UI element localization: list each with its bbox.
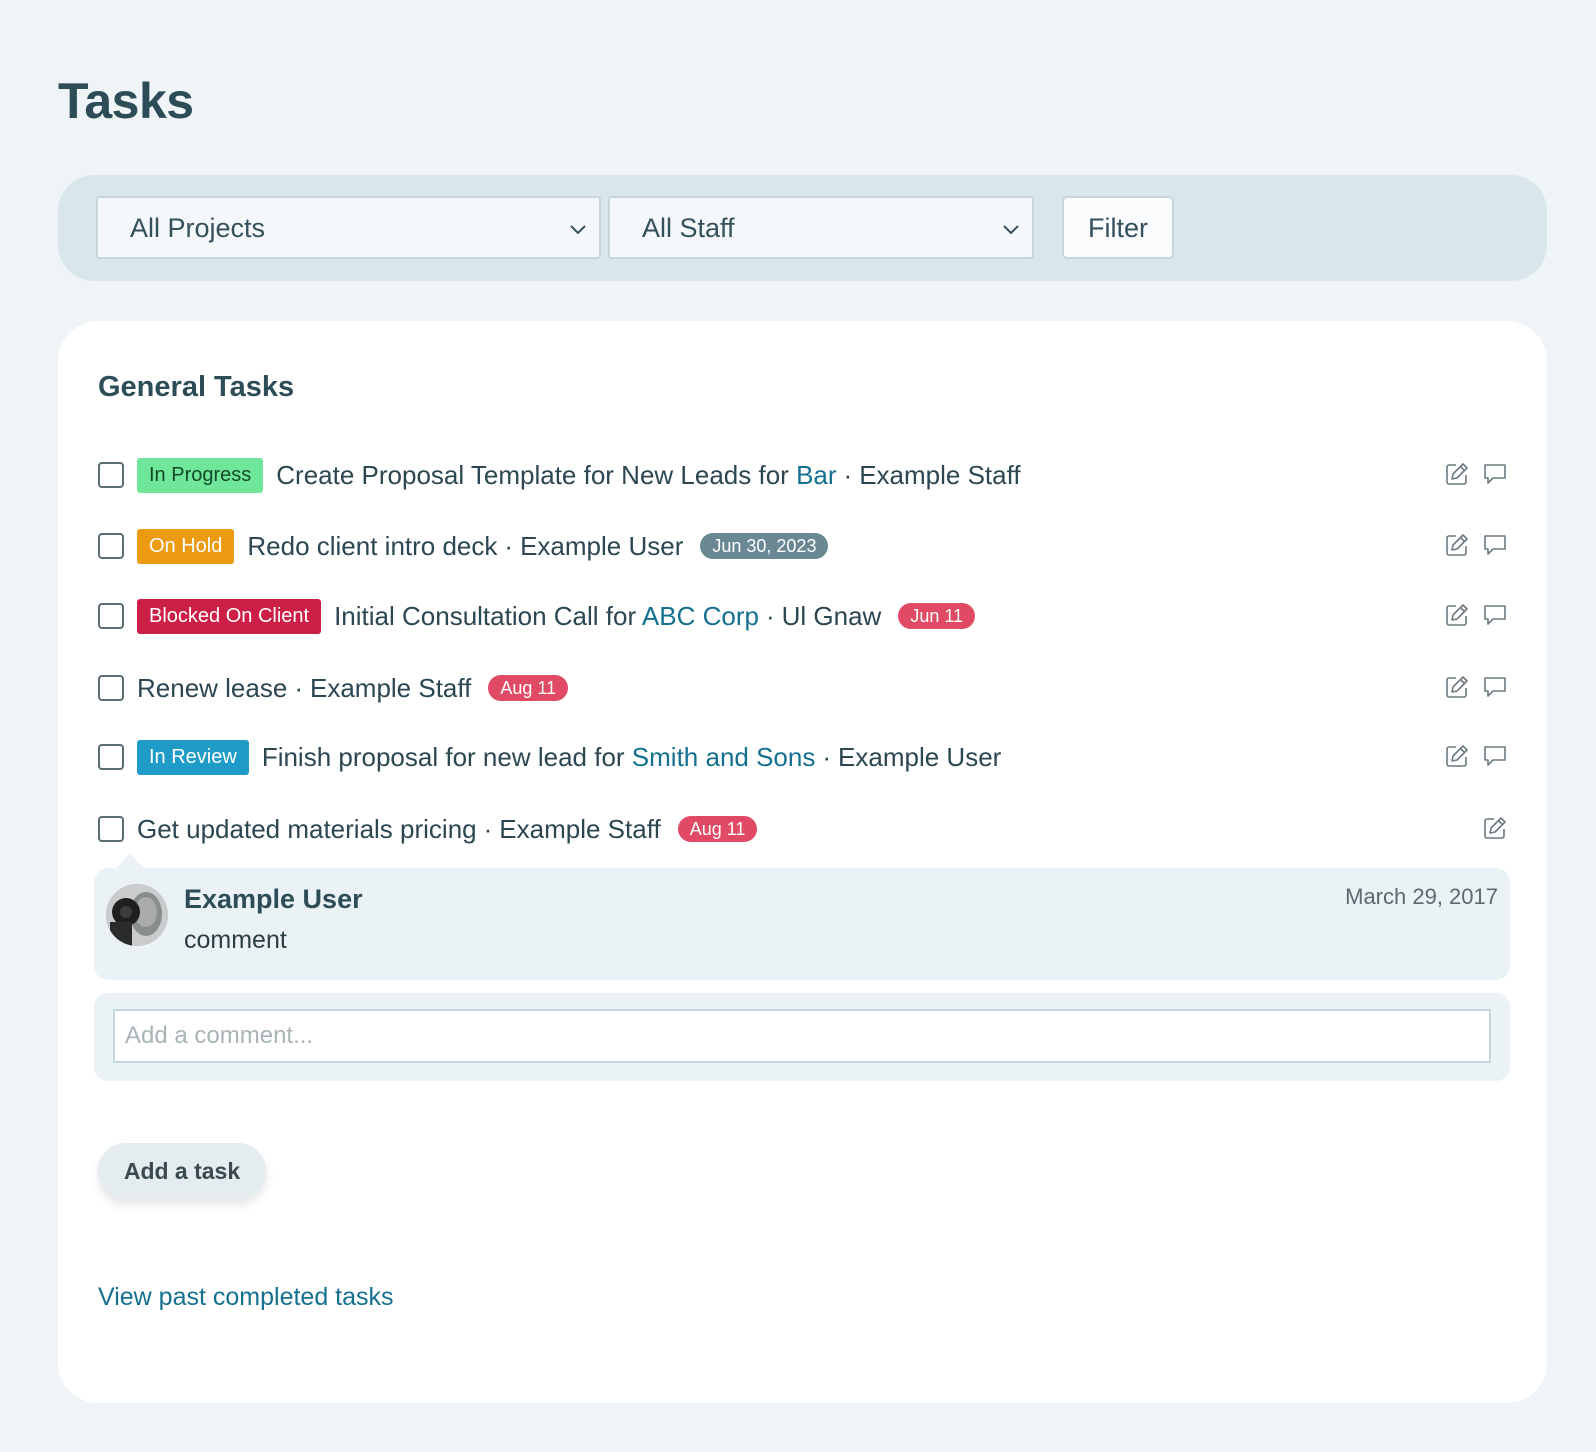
task-assignee: Example Staff [499, 813, 661, 844]
task-title[interactable]: Redo client intro deck · Example User [247, 531, 683, 562]
edit-icon[interactable] [1444, 602, 1470, 628]
chevron-down-icon [1003, 225, 1019, 235]
add-task-button[interactable]: Add a task [98, 1143, 266, 1199]
task-actions [1482, 815, 1508, 841]
separator: · [483, 813, 493, 844]
comment-icon[interactable] [1482, 461, 1508, 487]
tasks-card: General Tasks In Progress Create Proposal… [58, 321, 1547, 1403]
task-checkbox[interactable] [98, 744, 124, 770]
task-row: On Hold Redo client intro deck · Example Us… [98, 526, 1508, 566]
view-past-completed-link[interactable]: View past completed tasks [98, 1283, 394, 1312]
due-date-badge: Jun 30, 2023 [700, 533, 829, 559]
due-date-badge: Jun 11 [898, 603, 976, 629]
task-row: Get updated materials pricing · Example St… [98, 809, 1508, 849]
page-title: Tasks [58, 73, 194, 129]
separator: · [822, 741, 832, 772]
task-actions [1444, 461, 1508, 487]
staff-select-value: All Staff [642, 213, 735, 243]
comment-date: March 29, 2017 [1345, 884, 1498, 909]
task-assignee: Example User [838, 741, 1002, 772]
task-assignee: Ul Gnaw [781, 600, 882, 631]
comment-caret [116, 854, 144, 868]
edit-icon[interactable] [1444, 532, 1470, 558]
separator: · [843, 459, 853, 490]
edit-icon[interactable] [1482, 815, 1508, 841]
task-actions [1444, 602, 1508, 628]
add-comment-box [94, 993, 1510, 1081]
task-title-text: Initial Consultation Call for [334, 600, 637, 631]
filter-bar: All Projects All Staff Filter [58, 175, 1547, 281]
edit-icon[interactable] [1444, 743, 1470, 769]
comment-icon[interactable] [1482, 602, 1508, 628]
comment-icon[interactable] [1482, 532, 1508, 558]
task-title[interactable]: Renew lease · Example Staff [137, 673, 471, 704]
task-checkbox[interactable] [98, 816, 124, 842]
due-date-badge: Aug 11 [677, 816, 758, 842]
task-checkbox[interactable] [98, 533, 124, 559]
task-row: Renew lease · Example Staff Aug 11 [98, 668, 1508, 708]
edit-icon[interactable] [1444, 461, 1470, 487]
project-select-value: All Projects [130, 213, 266, 243]
task-title[interactable]: Finish proposal for new lead for Smith a… [262, 742, 1002, 773]
comment-icon[interactable] [1482, 674, 1508, 700]
comment-body: comment [184, 926, 287, 954]
task-title-text: Finish proposal for new lead for [261, 741, 625, 772]
separator: · [294, 672, 303, 703]
comment-thread: Example User comment March 29, 2017 [94, 854, 1510, 980]
task-actions [1444, 674, 1508, 700]
task-row: Blocked On Client Initial Consultation Ca… [98, 596, 1508, 636]
client-link[interactable]: ABC Corp [642, 601, 759, 631]
client-link[interactable]: Bar [796, 460, 836, 490]
avatar [106, 884, 168, 946]
task-title[interactable]: Create Proposal Template for New Leads f… [276, 460, 1020, 491]
comment-icon[interactable] [1482, 743, 1508, 769]
task-title-text: Create Proposal Template for New Leads f… [276, 459, 789, 490]
task-checkbox[interactable] [98, 675, 124, 701]
task-actions [1444, 743, 1508, 769]
task-checkbox[interactable] [98, 603, 124, 629]
task-assignee: Example Staff [309, 672, 472, 703]
task-assignee: Example User [520, 530, 684, 561]
client-link[interactable]: Smith and Sons [632, 742, 816, 772]
section-title: General Tasks [98, 371, 295, 403]
status-badge: On Hold [137, 528, 235, 564]
comment-input[interactable] [113, 1009, 1491, 1063]
task-row: In Review Finish proposal for new lead fo… [98, 737, 1508, 777]
staff-select[interactable]: All Staff [608, 196, 1034, 259]
task-checkbox[interactable] [98, 462, 124, 488]
task-row: In Progress Create Proposal Template for … [98, 455, 1508, 495]
task-title[interactable]: Get updated materials pricing · Example St… [137, 814, 661, 845]
task-title-text: Get updated materials pricing [137, 813, 477, 844]
comment-author: Example User [184, 884, 363, 914]
status-badge: In Review [137, 739, 249, 775]
task-actions [1444, 532, 1508, 558]
task-title-text: Redo client intro deck [247, 530, 498, 561]
task-assignee: Example Staff [859, 459, 1021, 490]
task-title-text: Renew lease [137, 672, 288, 703]
chevron-down-icon [570, 225, 586, 235]
task-title[interactable]: Initial Consultation Call for ABC Corp · U… [334, 601, 881, 632]
separator: · [765, 600, 775, 631]
separator: · [504, 530, 514, 561]
status-badge: In Progress [137, 457, 264, 493]
status-badge: Blocked On Client [137, 598, 322, 634]
edit-icon[interactable] [1444, 674, 1470, 700]
project-select[interactable]: All Projects [96, 196, 601, 259]
filter-button[interactable]: Filter [1062, 196, 1174, 259]
due-date-badge: Aug 11 [488, 675, 569, 701]
